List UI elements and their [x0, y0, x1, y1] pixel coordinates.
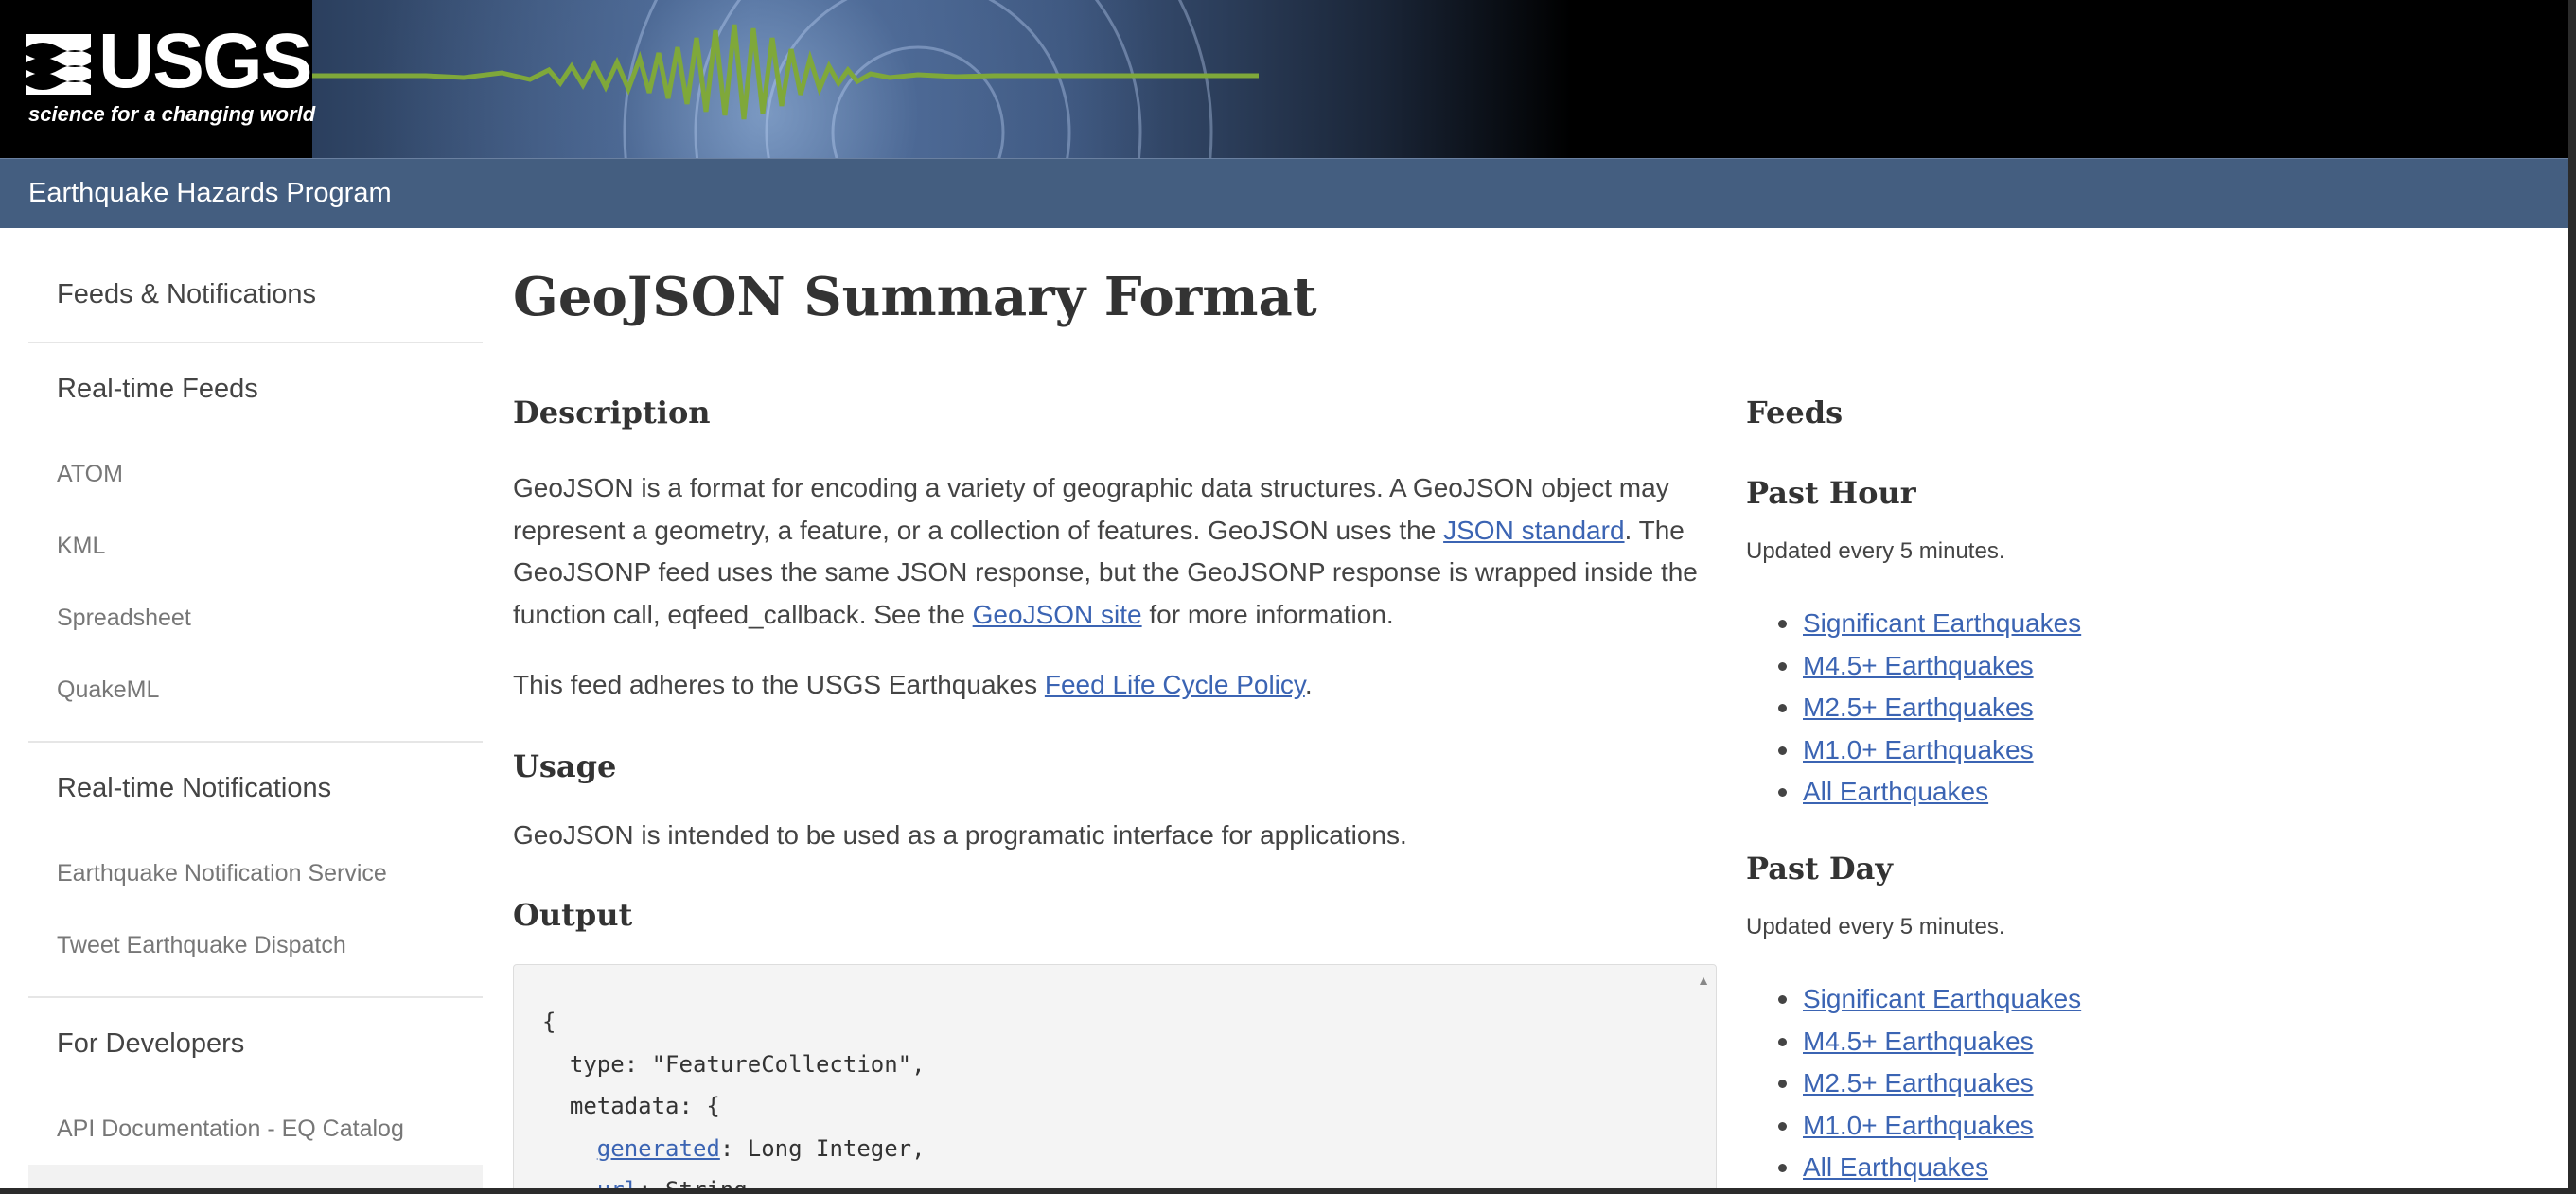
usgs-wordmark: USGS	[98, 18, 312, 104]
code-listing: { type: "FeatureCollection", metadata: {…	[542, 1001, 926, 1188]
list-item: Significant Earthquakes	[1777, 603, 2081, 645]
list-item: M4.5+ Earthquakes	[1777, 645, 2081, 688]
past-hour-m45-link[interactable]: M4.5+ Earthquakes	[1803, 651, 2034, 680]
window-edge	[2568, 0, 2576, 1194]
site-navigation-bar: Earthquake Hazards Program	[0, 158, 2568, 228]
seismograph-banner-image	[312, 0, 1571, 158]
code-line: : Long Integer,	[719, 1134, 926, 1162]
feeds-heading: Feeds	[1746, 395, 1844, 430]
sidebar-item-spreadsheet[interactable]: Spreadsheet	[28, 582, 483, 654]
feed-life-cycle-policy-link[interactable]: Feed Life Cycle Policy	[1045, 670, 1305, 699]
past-day-significant-link[interactable]: Significant Earthquakes	[1803, 984, 2081, 1013]
past-day-m25-link[interactable]: M2.5+ Earthquakes	[1803, 1068, 2034, 1097]
sidebar-item-earthquake-notification-service[interactable]: Earthquake Notification Service	[28, 837, 483, 909]
past-day-heading: Past Day	[1746, 851, 1893, 887]
description-heading: Description	[513, 395, 711, 430]
past-hour-feed-list: Significant Earthquakes M4.5+ Earthquake…	[1777, 603, 2081, 814]
policy-text: This feed adheres to the USGS Earthquake…	[513, 670, 1045, 699]
usgs-logo[interactable]: USGS science for a changing world	[26, 21, 315, 132]
description-text-3: for more information.	[1141, 599, 1394, 629]
past-day-all-link[interactable]: All Earthquakes	[1803, 1152, 1988, 1182]
policy-paragraph: This feed adheres to the USGS Earthquake…	[513, 664, 1717, 707]
scroll-up-arrow-icon[interactable]: ▲	[1697, 973, 1710, 988]
past-hour-significant-link[interactable]: Significant Earthquakes	[1803, 608, 2081, 638]
description-paragraph: GeoJSON is a format for encoding a varie…	[513, 467, 1717, 636]
past-hour-m10-link[interactable]: M1.0+ Earthquakes	[1803, 735, 2034, 764]
policy-text-end: .	[1304, 670, 1313, 699]
list-item: All Earthquakes	[1777, 1147, 2081, 1188]
sidebar-heading-for-developers[interactable]: For Developers	[28, 998, 483, 1093]
sidebar-heading-real-time-feeds[interactable]: Real-time Feeds	[28, 343, 483, 438]
usgs-wave-mark-icon	[26, 34, 91, 95]
list-item: Significant Earthquakes	[1777, 978, 2081, 1021]
output-heading: Output	[513, 897, 633, 933]
list-item: M1.0+ Earthquakes	[1777, 729, 2081, 772]
sidebar-item-kml[interactable]: KML	[28, 510, 483, 582]
usage-paragraph: GeoJSON is intended to be used as a prog…	[513, 820, 1407, 850]
sidebar-group-for-developers: For Developers API Documentation - EQ Ca…	[28, 998, 483, 1188]
past-hour-m25-link[interactable]: M2.5+ Earthquakes	[1803, 693, 2034, 722]
geojson-site-link[interactable]: GeoJSON site	[973, 600, 1142, 629]
list-item: M2.5+ Earthquakes	[1777, 1062, 2081, 1105]
list-item: M4.5+ Earthquakes	[1777, 1021, 2081, 1063]
sidebar-item-api-documentation[interactable]: API Documentation - EQ Catalog	[28, 1093, 483, 1165]
url-field-link[interactable]: url	[597, 1177, 638, 1188]
usage-heading: Usage	[513, 748, 617, 784]
sidebar-item-geojson-summary[interactable]: GeoJSON Summary	[28, 1165, 483, 1188]
list-item: M2.5+ Earthquakes	[1777, 687, 2081, 729]
sidebar-heading-feeds-notifications[interactable]: Feeds & Notifications	[28, 228, 483, 342]
sidebar-group-real-time-feeds: Real-time Feeds ATOM KML Spreadsheet Qua…	[28, 343, 483, 743]
main-content: GeoJSON Summary Format Description GeoJS…	[513, 228, 1717, 1188]
sidebar-item-quakeml[interactable]: QuakeML	[28, 654, 483, 726]
past-day-m45-link[interactable]: M4.5+ Earthquakes	[1803, 1027, 2034, 1056]
header-banner: USGS science for a changing world	[0, 0, 2568, 158]
list-item: M1.0+ Earthquakes	[1777, 1105, 2081, 1148]
past-hour-heading: Past Hour	[1746, 475, 1916, 511]
sidebar-item-tweet-earthquake-dispatch[interactable]: Tweet Earthquake Dispatch	[28, 909, 483, 981]
past-hour-all-link[interactable]: All Earthquakes	[1803, 777, 1988, 806]
site-title-link[interactable]: Earthquake Hazards Program	[28, 178, 392, 209]
generated-field-link[interactable]: generated	[597, 1135, 720, 1162]
code-line: {	[542, 1009, 556, 1035]
past-hour-update-note: Updated every 5 minutes.	[1746, 538, 2005, 564]
code-line: type: "FeatureCollection",	[542, 1050, 926, 1078]
sidebar-item-atom[interactable]: ATOM	[28, 438, 483, 510]
page-title: GeoJSON Summary Format	[513, 266, 1317, 328]
sidebar-group-real-time-notifications: Real-time Notifications Earthquake Notif…	[28, 743, 483, 998]
sidebar-nav: Feeds & Notifications Real-time Feeds AT…	[28, 228, 483, 1188]
sidebar-group-feeds-notifications: Feeds & Notifications	[28, 228, 483, 343]
browser-viewport: USGS science for a changing world Earthq…	[0, 0, 2568, 1188]
output-code-block[interactable]: ▲ { type: "FeatureCollection", metadata:…	[513, 964, 1717, 1188]
past-day-update-note: Updated every 5 minutes.	[1746, 914, 2005, 939]
json-standard-link[interactable]: JSON standard	[1443, 516, 1624, 545]
code-line: : String,	[638, 1177, 761, 1188]
sidebar-heading-real-time-notifications[interactable]: Real-time Notifications	[28, 743, 483, 837]
code-line: metadata: {	[542, 1093, 720, 1119]
past-day-m10-link[interactable]: M1.0+ Earthquakes	[1803, 1111, 2034, 1140]
past-day-feed-list: Significant Earthquakes M4.5+ Earthquake…	[1777, 978, 2081, 1188]
usgs-tagline: science for a changing world	[28, 102, 316, 126]
feeds-aside: Feeds Past Hour Updated every 5 minutes.…	[1746, 228, 2503, 1188]
list-item: All Earthquakes	[1777, 771, 2081, 814]
seismograph-waveform	[312, 0, 1259, 158]
